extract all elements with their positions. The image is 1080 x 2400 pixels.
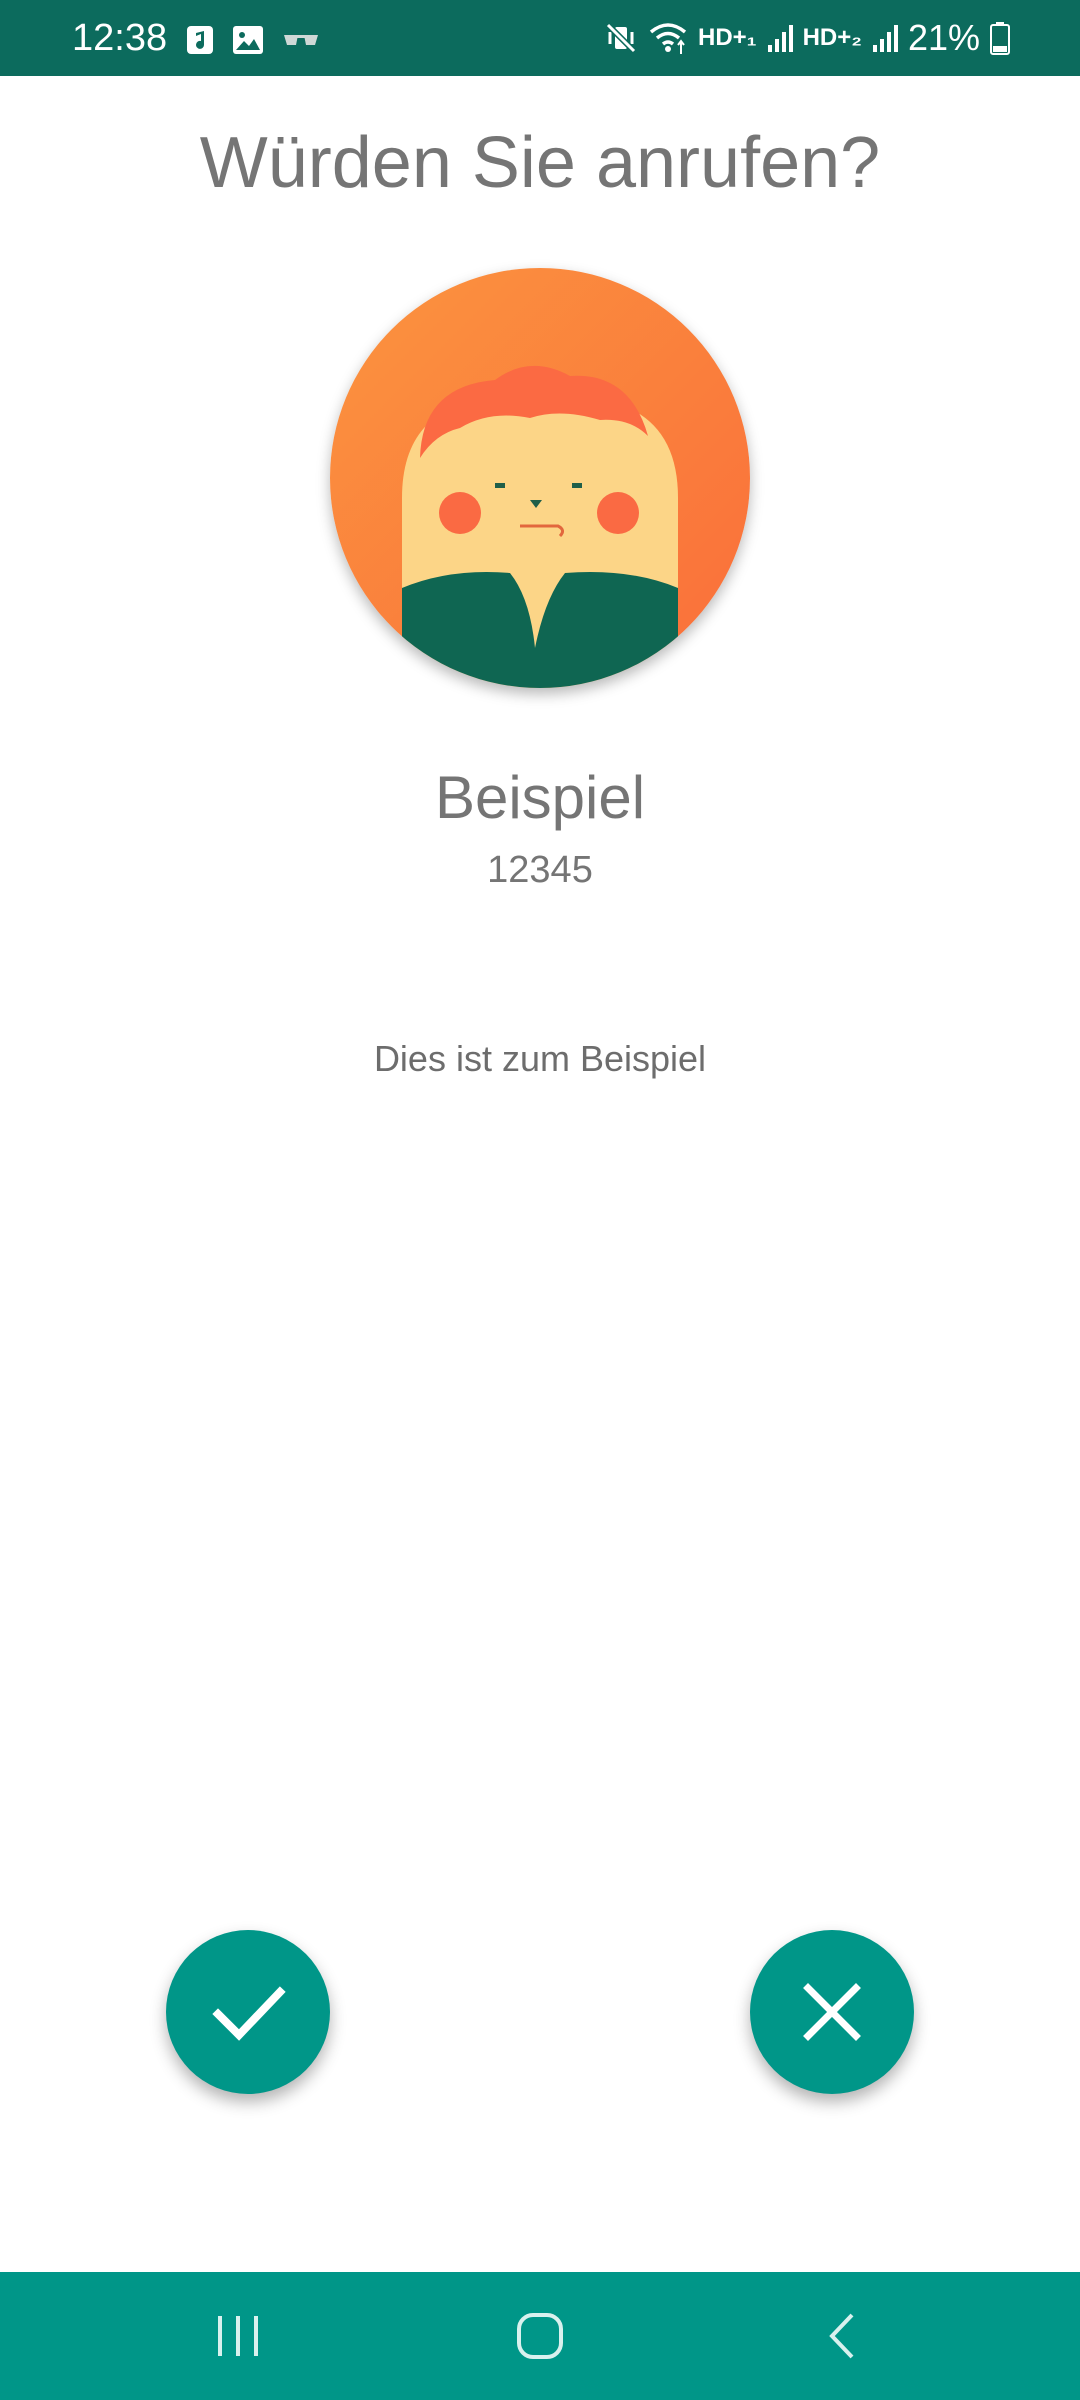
home-button[interactable] — [480, 2296, 600, 2376]
contact-note: Dies ist zum Beispiel — [373, 1038, 707, 1079]
status-right-icons: HD+₁ HD+₂ 21% — [604, 14, 1010, 62]
contact-number: 12345 — [487, 849, 593, 891]
battery-percentage: 21% — [907, 17, 980, 58]
navigation-bar — [0, 2272, 1080, 2400]
accept-call-button[interactable] — [166, 1930, 330, 2094]
image-icon — [233, 26, 263, 54]
call-prompt-title: Würden Sie anrufen? — [199, 123, 881, 203]
home-icon — [517, 2313, 563, 2359]
signal-icon-1 — [767, 25, 793, 52]
status-bar: 12:38 HD+₁ HD+₂ 21% — [0, 0, 1080, 76]
contact-avatar — [330, 268, 750, 688]
signal-icon-2 — [872, 25, 898, 52]
contact-name: Beispiel — [434, 764, 646, 831]
music-note-icon — [187, 26, 213, 54]
check-icon — [212, 1986, 286, 2041]
close-icon — [803, 1983, 861, 2041]
recent-apps-button[interactable] — [178, 2296, 298, 2376]
mute-vibrate-icon — [605, 22, 637, 54]
back-icon — [829, 2313, 854, 2359]
glasses-icon — [284, 35, 318, 45]
network-label-1: HD+₁ — [697, 24, 757, 51]
status-time: 12:38 — [72, 17, 168, 59]
network-label-2: HD+₂ — [802, 24, 862, 51]
back-button[interactable] — [782, 2296, 902, 2376]
avatar-illustration — [330, 268, 750, 688]
recent-apps-icon — [218, 2316, 258, 2356]
wifi-icon — [649, 23, 687, 54]
battery-icon — [990, 22, 1010, 55]
decline-call-button[interactable] — [750, 1930, 914, 2094]
status-left-icons — [186, 24, 320, 56]
